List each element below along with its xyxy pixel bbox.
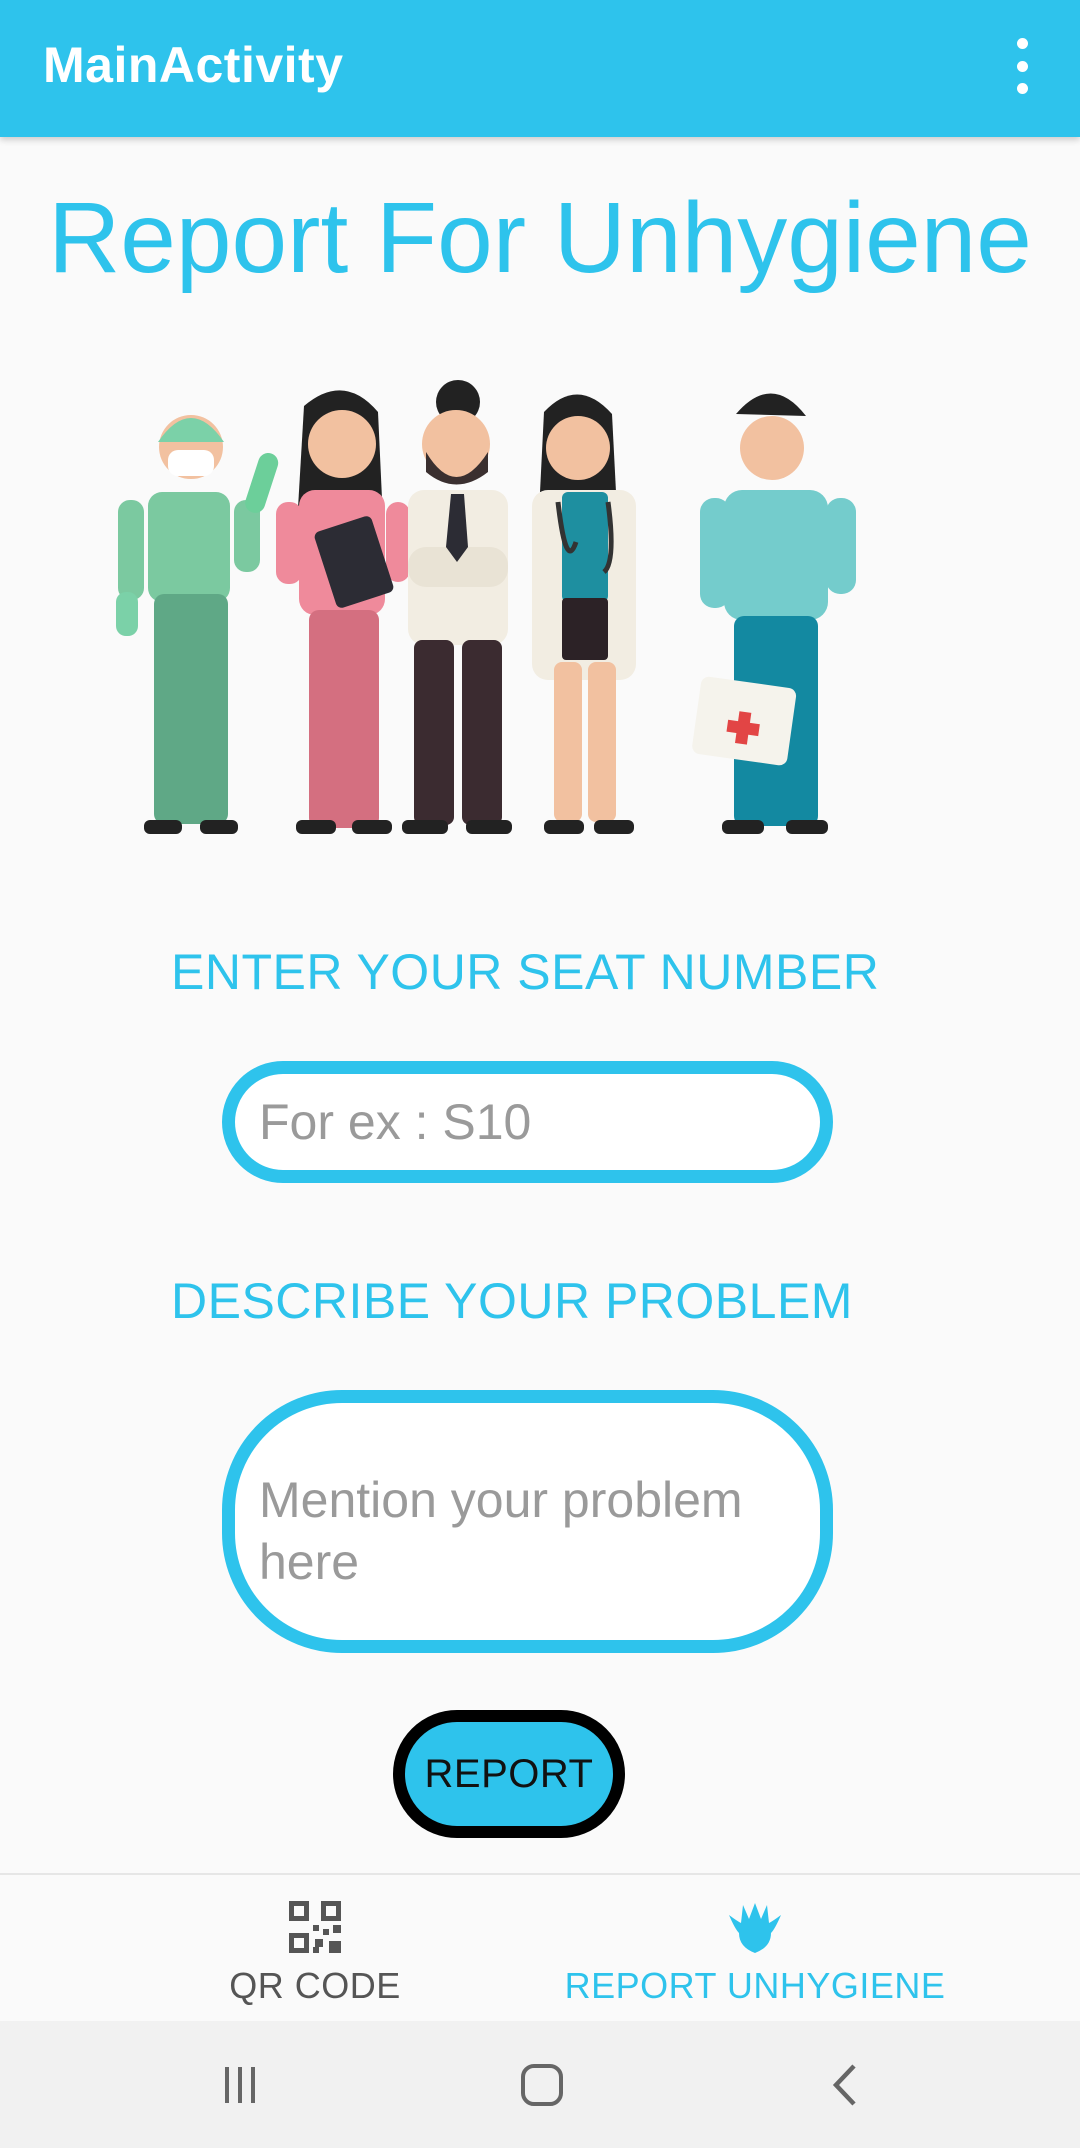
doctor-figure — [402, 380, 512, 834]
more-vert-icon[interactable] — [1000, 38, 1044, 94]
recents-button[interactable] — [180, 2021, 300, 2148]
nav-item-report-unhygiene[interactable]: REPORT UNHYGIENE — [540, 1875, 970, 2023]
app-title: MainActivity — [43, 37, 344, 93]
female-doctor-figure — [532, 394, 636, 834]
problem-label: DESCRIBE YOUR PROBLEM — [171, 1273, 853, 1329]
surgeon-figure — [116, 415, 279, 834]
nav-label-report-unhygiene: REPORT UNHYGIENE — [564, 1965, 946, 2006]
home-icon — [521, 2063, 563, 2106]
app-bar: MainActivity — [0, 0, 1080, 137]
seat-number-input[interactable]: For ex : S10 — [222, 1061, 833, 1183]
report-unhygiene-icon — [729, 1903, 781, 1953]
problem-description-input[interactable]: Mention your problem here — [222, 1390, 833, 1653]
nurse-figure — [276, 390, 410, 834]
page-title: Report For Unhygiene — [48, 182, 1032, 294]
recents-icon — [225, 2066, 255, 2103]
qr-code-icon — [289, 1901, 341, 1953]
back-button[interactable] — [785, 2021, 905, 2148]
medical-staff-illustration — [116, 380, 856, 834]
seat-number-label: ENTER YOUR SEAT NUMBER — [171, 944, 880, 1000]
nav-item-qr-code[interactable]: QR CODE — [170, 1875, 460, 2023]
male-nurse-figure — [692, 393, 856, 834]
back-icon — [832, 2063, 856, 2106]
system-navigation-bar — [0, 2021, 1080, 2148]
bottom-navigation: QR CODE REPORT UNHYGIENE — [0, 1873, 1080, 2023]
home-button[interactable] — [482, 2021, 602, 2148]
nav-label-qr-code: QR CODE — [229, 1965, 401, 2006]
report-button[interactable]: REPORT — [393, 1710, 625, 1838]
